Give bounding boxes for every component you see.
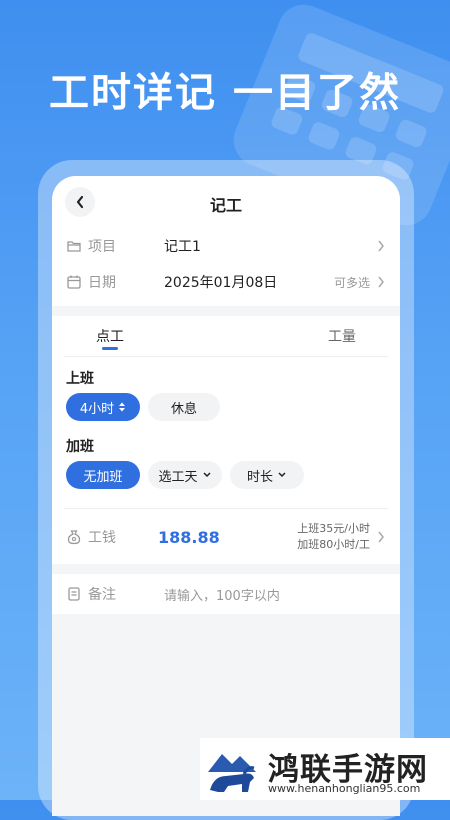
rate-regular: 上班35元/小时 [297, 522, 370, 535]
money-bag-icon [67, 530, 81, 545]
note-label: 备注 [88, 587, 116, 603]
site-url: www.henanhonglian95.com [268, 782, 421, 795]
overtime-label: 加班 [66, 439, 94, 455]
shift-hours-chip[interactable]: 4小时 [66, 393, 140, 421]
project-label: 项目 [88, 239, 116, 255]
sort-arrows-icon [119, 402, 126, 412]
tab-indicator [102, 347, 118, 350]
multi-select-hint: 可多选 [333, 275, 370, 290]
note-row[interactable]: 备注 请输入，100字以内 [52, 574, 400, 614]
site-watermark: 鸿联手游网 www.henanhonglian95.com [200, 738, 450, 800]
tab-day-work[interactable]: 点工 [96, 326, 124, 346]
chevron-right-icon [378, 240, 384, 252]
select-days-text: 选工天 [158, 469, 198, 485]
no-overtime-chip[interactable]: 无加班 [66, 461, 140, 489]
date-label: 日期 [88, 275, 116, 291]
bull-logo-icon [204, 742, 260, 798]
page-title: 记工 [209, 196, 242, 215]
wage-row[interactable]: 工钱 188.88 上班35元/小时 加班80小时/工 [52, 512, 400, 562]
rest-chip[interactable]: 休息 [148, 393, 220, 421]
note-input[interactable]: 请输入，100字以内 [164, 585, 280, 604]
project-value: 记工1 [164, 239, 201, 255]
info-card: 项目 记工1 日期 2025年01月08日 可多选 [52, 228, 400, 306]
record-card: 点工 工量 上班 4小时 休息 加班 无加班 选工天 时长 工钱 188.88 … [52, 316, 400, 564]
app-screen: 记工 项目 记工1 日期 2025年01月08日 可多选 点工 工量 上班 4小… [52, 176, 400, 816]
chevron-right-icon [378, 531, 384, 543]
divider [64, 508, 388, 509]
select-days-chip[interactable]: 选工天 [148, 461, 222, 489]
rate-overtime: 加班80小时/工 [297, 538, 370, 551]
duration-chip[interactable]: 时长 [230, 461, 304, 489]
wage-label: 工钱 [88, 530, 116, 546]
wage-value: 188.88 [158, 527, 220, 547]
tab-quantity[interactable]: 工量 [328, 326, 356, 346]
date-value: 2025年01月08日 [164, 275, 278, 291]
shift-label: 上班 [66, 371, 94, 387]
top-bar: 记工 [52, 176, 400, 228]
duration-text: 时长 [246, 469, 273, 485]
wage-rate: 上班35元/小时 加班80小时/工 [297, 521, 370, 553]
promo-headline: 工时详记 一目了然 [49, 70, 401, 116]
chevron-down-icon [202, 472, 211, 478]
chevron-down-icon [278, 472, 286, 478]
calendar-icon [67, 275, 81, 289]
note-icon [68, 587, 80, 601]
chevron-right-icon [378, 276, 384, 288]
shift-hours-text: 4小时 [79, 401, 115, 417]
tab-bar: 点工 工量 [64, 316, 388, 357]
folder-icon [67, 241, 81, 252]
project-row[interactable]: 项目 记工1 [52, 228, 400, 264]
date-row[interactable]: 日期 2025年01月08日 可多选 [52, 264, 400, 300]
